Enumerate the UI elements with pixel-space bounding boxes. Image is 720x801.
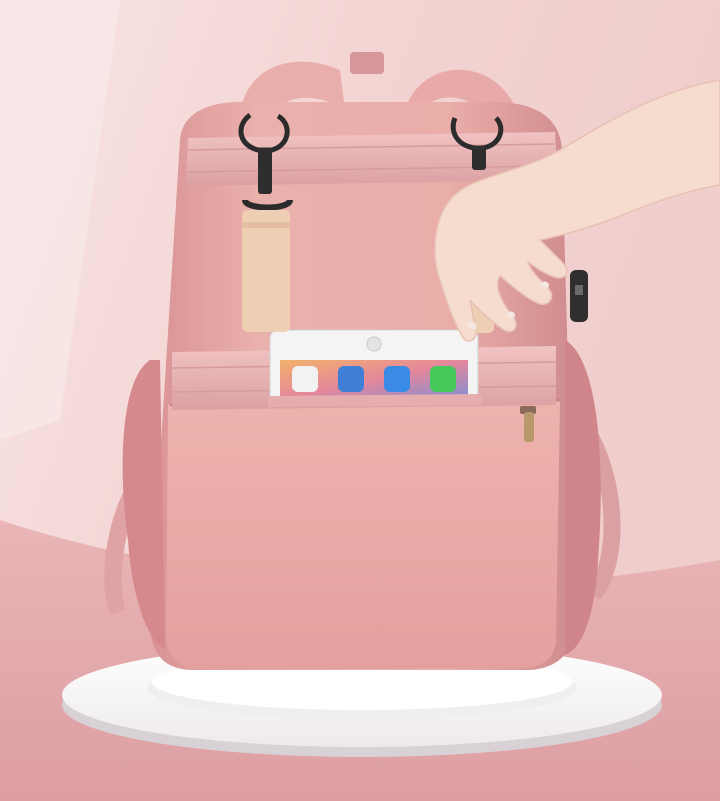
safari-app-icon	[384, 366, 410, 392]
mail-app-icon	[338, 366, 364, 392]
home-button-icon	[366, 336, 382, 352]
messages-app-icon	[430, 366, 456, 392]
front-pocket	[166, 400, 560, 670]
tablet	[269, 329, 479, 405]
usb-port-icon	[570, 270, 588, 322]
product-photo	[0, 0, 720, 801]
music-app-icon	[292, 366, 318, 392]
hang-loop	[350, 52, 384, 74]
backpack-scene	[0, 0, 720, 801]
fabric-tag	[242, 210, 290, 332]
